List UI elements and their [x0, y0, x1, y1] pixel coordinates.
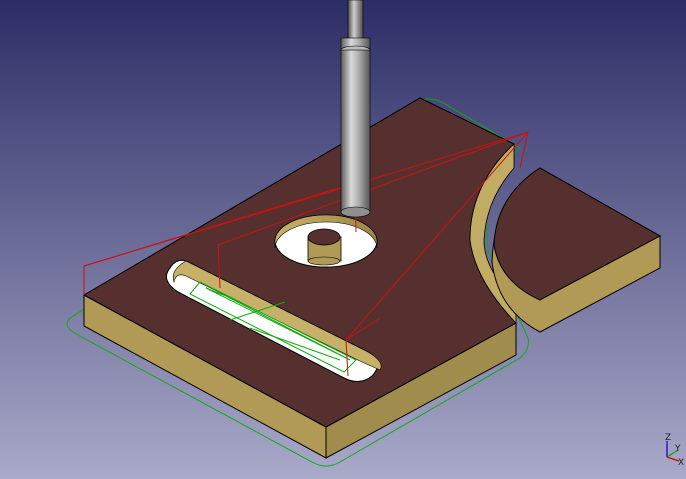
3d-viewport[interactable]: Z Y X — [0, 0, 686, 479]
axis-y-label: Y — [674, 444, 681, 454]
workpiece-round-hole — [274, 214, 378, 268]
axis-x-label: X — [678, 458, 684, 468]
axis-z-label: Z — [665, 433, 671, 443]
3d-scene[interactable]: Z Y X — [0, 0, 686, 479]
